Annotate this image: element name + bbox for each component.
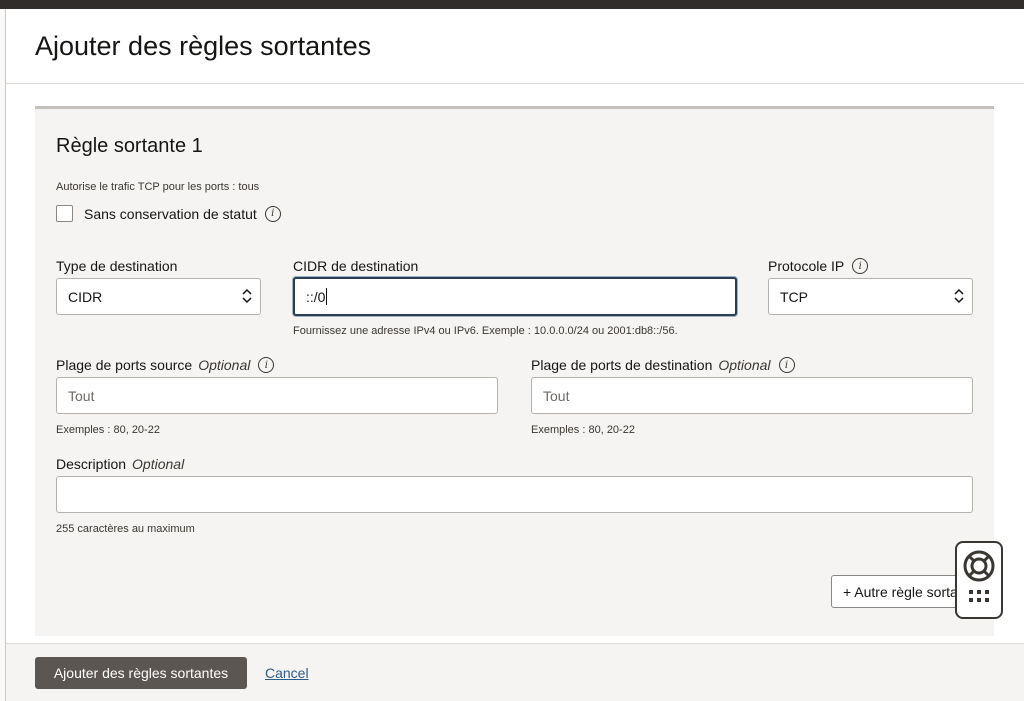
optional-tag: Optional bbox=[718, 357, 771, 373]
dest-ports-help: Exemples : 80, 20-22 bbox=[531, 424, 635, 436]
protocol-label-row: Protocole IP i bbox=[768, 258, 869, 274]
description-label-row: Description Optional bbox=[56, 456, 184, 472]
dest-ports-placeholder: Tout bbox=[543, 387, 570, 404]
description-label: Description bbox=[56, 456, 127, 472]
add-egress-rules-button[interactable]: Ajouter des règles sortantes bbox=[35, 657, 247, 689]
text-cursor bbox=[326, 288, 328, 305]
stateless-label: Sans conservation de statut bbox=[84, 205, 257, 222]
source-ports-label: Plage de ports source bbox=[56, 357, 193, 373]
protocol-select[interactable]: TCP bbox=[768, 278, 973, 315]
source-ports-label-row: Plage de ports source Optional i bbox=[56, 357, 275, 373]
info-icon[interactable]: i bbox=[778, 357, 795, 373]
egress-rule-card: Règle sortante 1 Autorise le trafic TCP … bbox=[35, 106, 994, 636]
lifebuoy-icon bbox=[963, 550, 995, 582]
protocol-value: TCP bbox=[780, 288, 808, 305]
updown-caret-icon bbox=[242, 288, 252, 304]
dest-type-select[interactable]: CIDR bbox=[56, 278, 261, 315]
info-icon[interactable]: i bbox=[264, 205, 281, 222]
dest-ports-label: Plage de ports de destination bbox=[531, 357, 713, 373]
cancel-link[interactable]: Cancel bbox=[265, 665, 309, 681]
panel-footer: Ajouter des règles sortantes Cancel bbox=[6, 643, 1024, 701]
source-ports-input[interactable]: Tout bbox=[56, 377, 498, 414]
help-widget[interactable] bbox=[955, 541, 1003, 619]
dest-cidr-value: ::/0 bbox=[306, 288, 326, 305]
source-ports-help: Exemples : 80, 20-22 bbox=[56, 424, 160, 436]
panel-title: Ajouter des règles sortantes bbox=[35, 30, 372, 61]
dest-ports-input[interactable]: Tout bbox=[531, 377, 973, 414]
dest-cidr-input[interactable]: ::/0 bbox=[293, 277, 737, 316]
source-ports-placeholder: Tout bbox=[68, 387, 95, 404]
description-input[interactable] bbox=[56, 476, 973, 513]
updown-caret-icon bbox=[954, 288, 964, 304]
dest-type-label: Type de destination bbox=[56, 258, 178, 274]
info-icon[interactable]: i bbox=[258, 357, 275, 373]
dest-cidr-label: CIDR de destination bbox=[293, 258, 419, 274]
grid-dots-icon bbox=[969, 590, 989, 602]
rule-title: Règle sortante 1 bbox=[56, 135, 203, 157]
protocol-label: Protocole IP bbox=[768, 258, 845, 274]
stateless-checkbox[interactable] bbox=[56, 205, 73, 222]
panel-header: Ajouter des règles sortantes bbox=[6, 9, 1024, 84]
dest-type-value: CIDR bbox=[68, 288, 103, 305]
optional-tag: Optional bbox=[132, 456, 185, 472]
stateless-row: Sans conservation de statut i bbox=[56, 205, 281, 222]
optional-tag: Optional bbox=[198, 357, 251, 373]
rule-summary: Autorise le trafic TCP pour les ports : … bbox=[56, 181, 260, 193]
info-icon[interactable]: i bbox=[852, 258, 869, 274]
dest-cidr-help: Fournissez une adresse IPv4 ou IPv6. Exe… bbox=[293, 325, 678, 337]
dest-ports-label-row: Plage de ports de destination Optional i bbox=[531, 357, 795, 373]
description-help: 255 caractères au maximum bbox=[56, 523, 195, 535]
add-egress-rules-panel: Ajouter des règles sortantes Règle sorta… bbox=[6, 9, 1024, 701]
add-another-rule-button[interactable]: + Autre règle sortante bbox=[831, 575, 971, 608]
top-bar bbox=[0, 0, 1024, 9]
